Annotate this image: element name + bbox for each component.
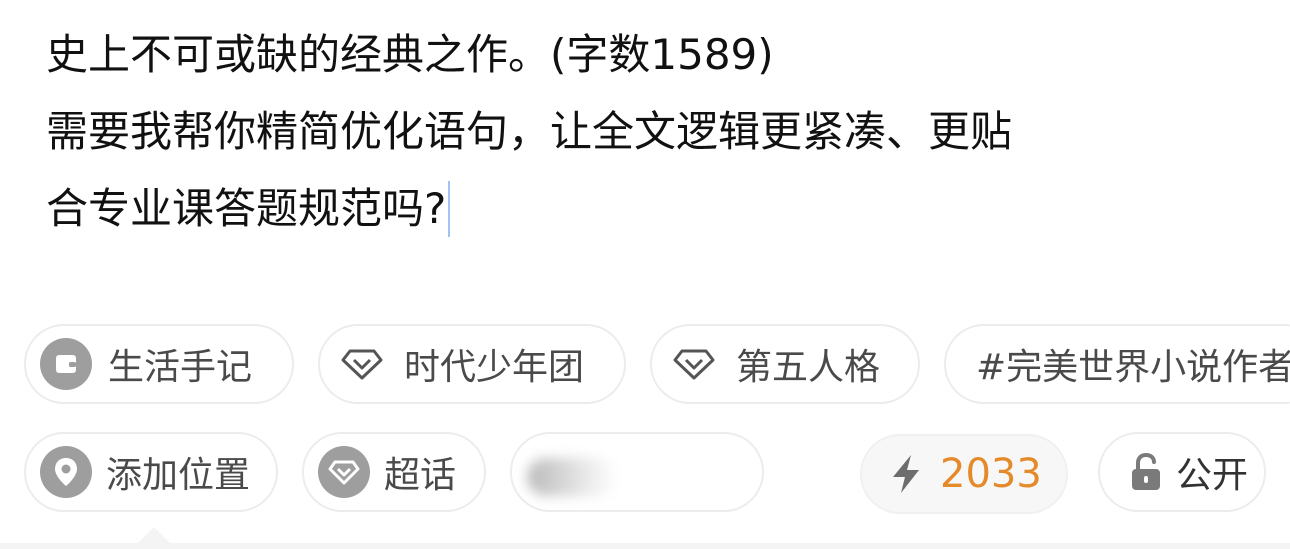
compose-screen: 史上不可或缺的经典之作。(字数1589) 需要我帮你精简优化语句，让全文逻辑更紧… [0,0,1290,549]
boost-count: 2033 [940,451,1042,497]
diamond-icon [340,342,384,386]
add-location-button[interactable]: 添加位置 [24,432,278,512]
panel-divider [0,543,1290,549]
topic-chip-identity-v[interactable]: 第五人格 [650,324,920,404]
topic-chip-tnt[interactable]: 时代少年团 [318,324,626,404]
blurred-content [527,458,617,496]
post-text-area[interactable]: 史上不可或缺的经典之作。(字数1589) 需要我帮你精简优化语句，让全文逻辑更紧… [46,16,1246,247]
add-location-label: 添加位置 [106,455,251,496]
super-topic-button[interactable]: 超话 [302,432,486,512]
topic-chip-label: 第五人格 [736,347,881,388]
text-cursor [448,181,451,237]
diamond-icon [318,446,370,498]
panel-pointer [138,527,170,543]
diamond-icon [672,342,716,386]
notebook-icon [40,338,92,390]
post-text-line: 需要我帮你精简优化语句，让全文逻辑更紧凑、更贴 [46,107,1013,156]
visibility-label: 公开 [1176,455,1249,496]
post-text-line: 史上不可或缺的经典之作。(字数1589) [46,30,774,79]
boost-count-button[interactable]: 2033 [860,434,1068,514]
topic-chip-label: #完美世界小说作者 [976,347,1290,388]
post-text-line-content: 合专业课答题规范吗? [46,184,447,233]
topic-chip-perfect-world-author[interactable]: #完美世界小说作者 [944,324,1290,404]
visibility-button[interactable]: 公开 [1098,432,1266,512]
unlock-icon [1124,450,1168,494]
topic-chip-life-notes[interactable]: 生活手记 [24,324,294,404]
topic-chip-label: 时代少年团 [404,347,585,388]
super-topic-label: 超话 [384,455,457,496]
post-text-line: 合专业课答题规范吗? [46,170,1246,247]
lightning-icon [884,452,928,496]
topic-chip-label: 生活手记 [108,347,253,388]
location-pin-icon [40,446,92,498]
